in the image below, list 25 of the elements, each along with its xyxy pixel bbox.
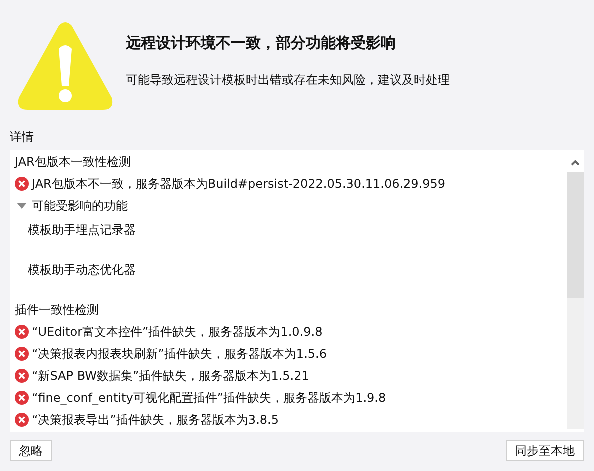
error-icon — [15, 325, 29, 339]
error-icon — [15, 347, 29, 361]
error-message: JAR包版本不一致，服务器版本为Build#persist-2022.05.30.11.06.29.959 — [32, 176, 446, 193]
error-message: “新SAP BW数据集”插件缺失，服务器版本为1.5.21 — [32, 368, 310, 385]
ignore-button[interactable]: 忽略 — [10, 440, 52, 461]
error-message: “fine_conf_entity可视化配置插件”插件缺失，服务器版本为1.9.8 — [32, 390, 386, 407]
error-icon — [15, 391, 29, 405]
error-message: “UEditor富文本控件”插件缺失，服务器版本为1.0.9.8 — [32, 324, 323, 341]
feature-item: 模板助手动态优化器 — [28, 262, 136, 279]
group-label: 可能受影响的功能 — [32, 198, 128, 215]
details-label: 详情 — [10, 129, 34, 146]
sync-button[interactable]: 同步至本地 — [506, 440, 584, 461]
error-message: “决策报表内报表块刷新”插件缺失，服务器版本为1.5.6 — [32, 346, 327, 363]
warning-message: 可能导致远程设计模板时出错或存在未知风险，建议及时处理 — [126, 72, 450, 88]
section-heading: 插件一致性检测 — [15, 302, 99, 319]
scroll-thumb[interactable] — [567, 172, 584, 298]
warning-icon — [17, 22, 114, 111]
error-icon — [15, 177, 29, 191]
dialog-title: 远程设计环境不一致，部分功能将受影响 — [126, 33, 397, 54]
error-icon — [15, 369, 29, 383]
section-heading: JAR包版本一致性检测 — [15, 154, 131, 171]
expand-triangle-icon[interactable] — [17, 201, 27, 211]
error-message: “决策报表导出”插件缺失，服务器版本为3.8.5 — [32, 412, 279, 429]
feature-item: 模板助手埋点记录器 — [28, 222, 136, 239]
error-icon — [15, 413, 29, 427]
